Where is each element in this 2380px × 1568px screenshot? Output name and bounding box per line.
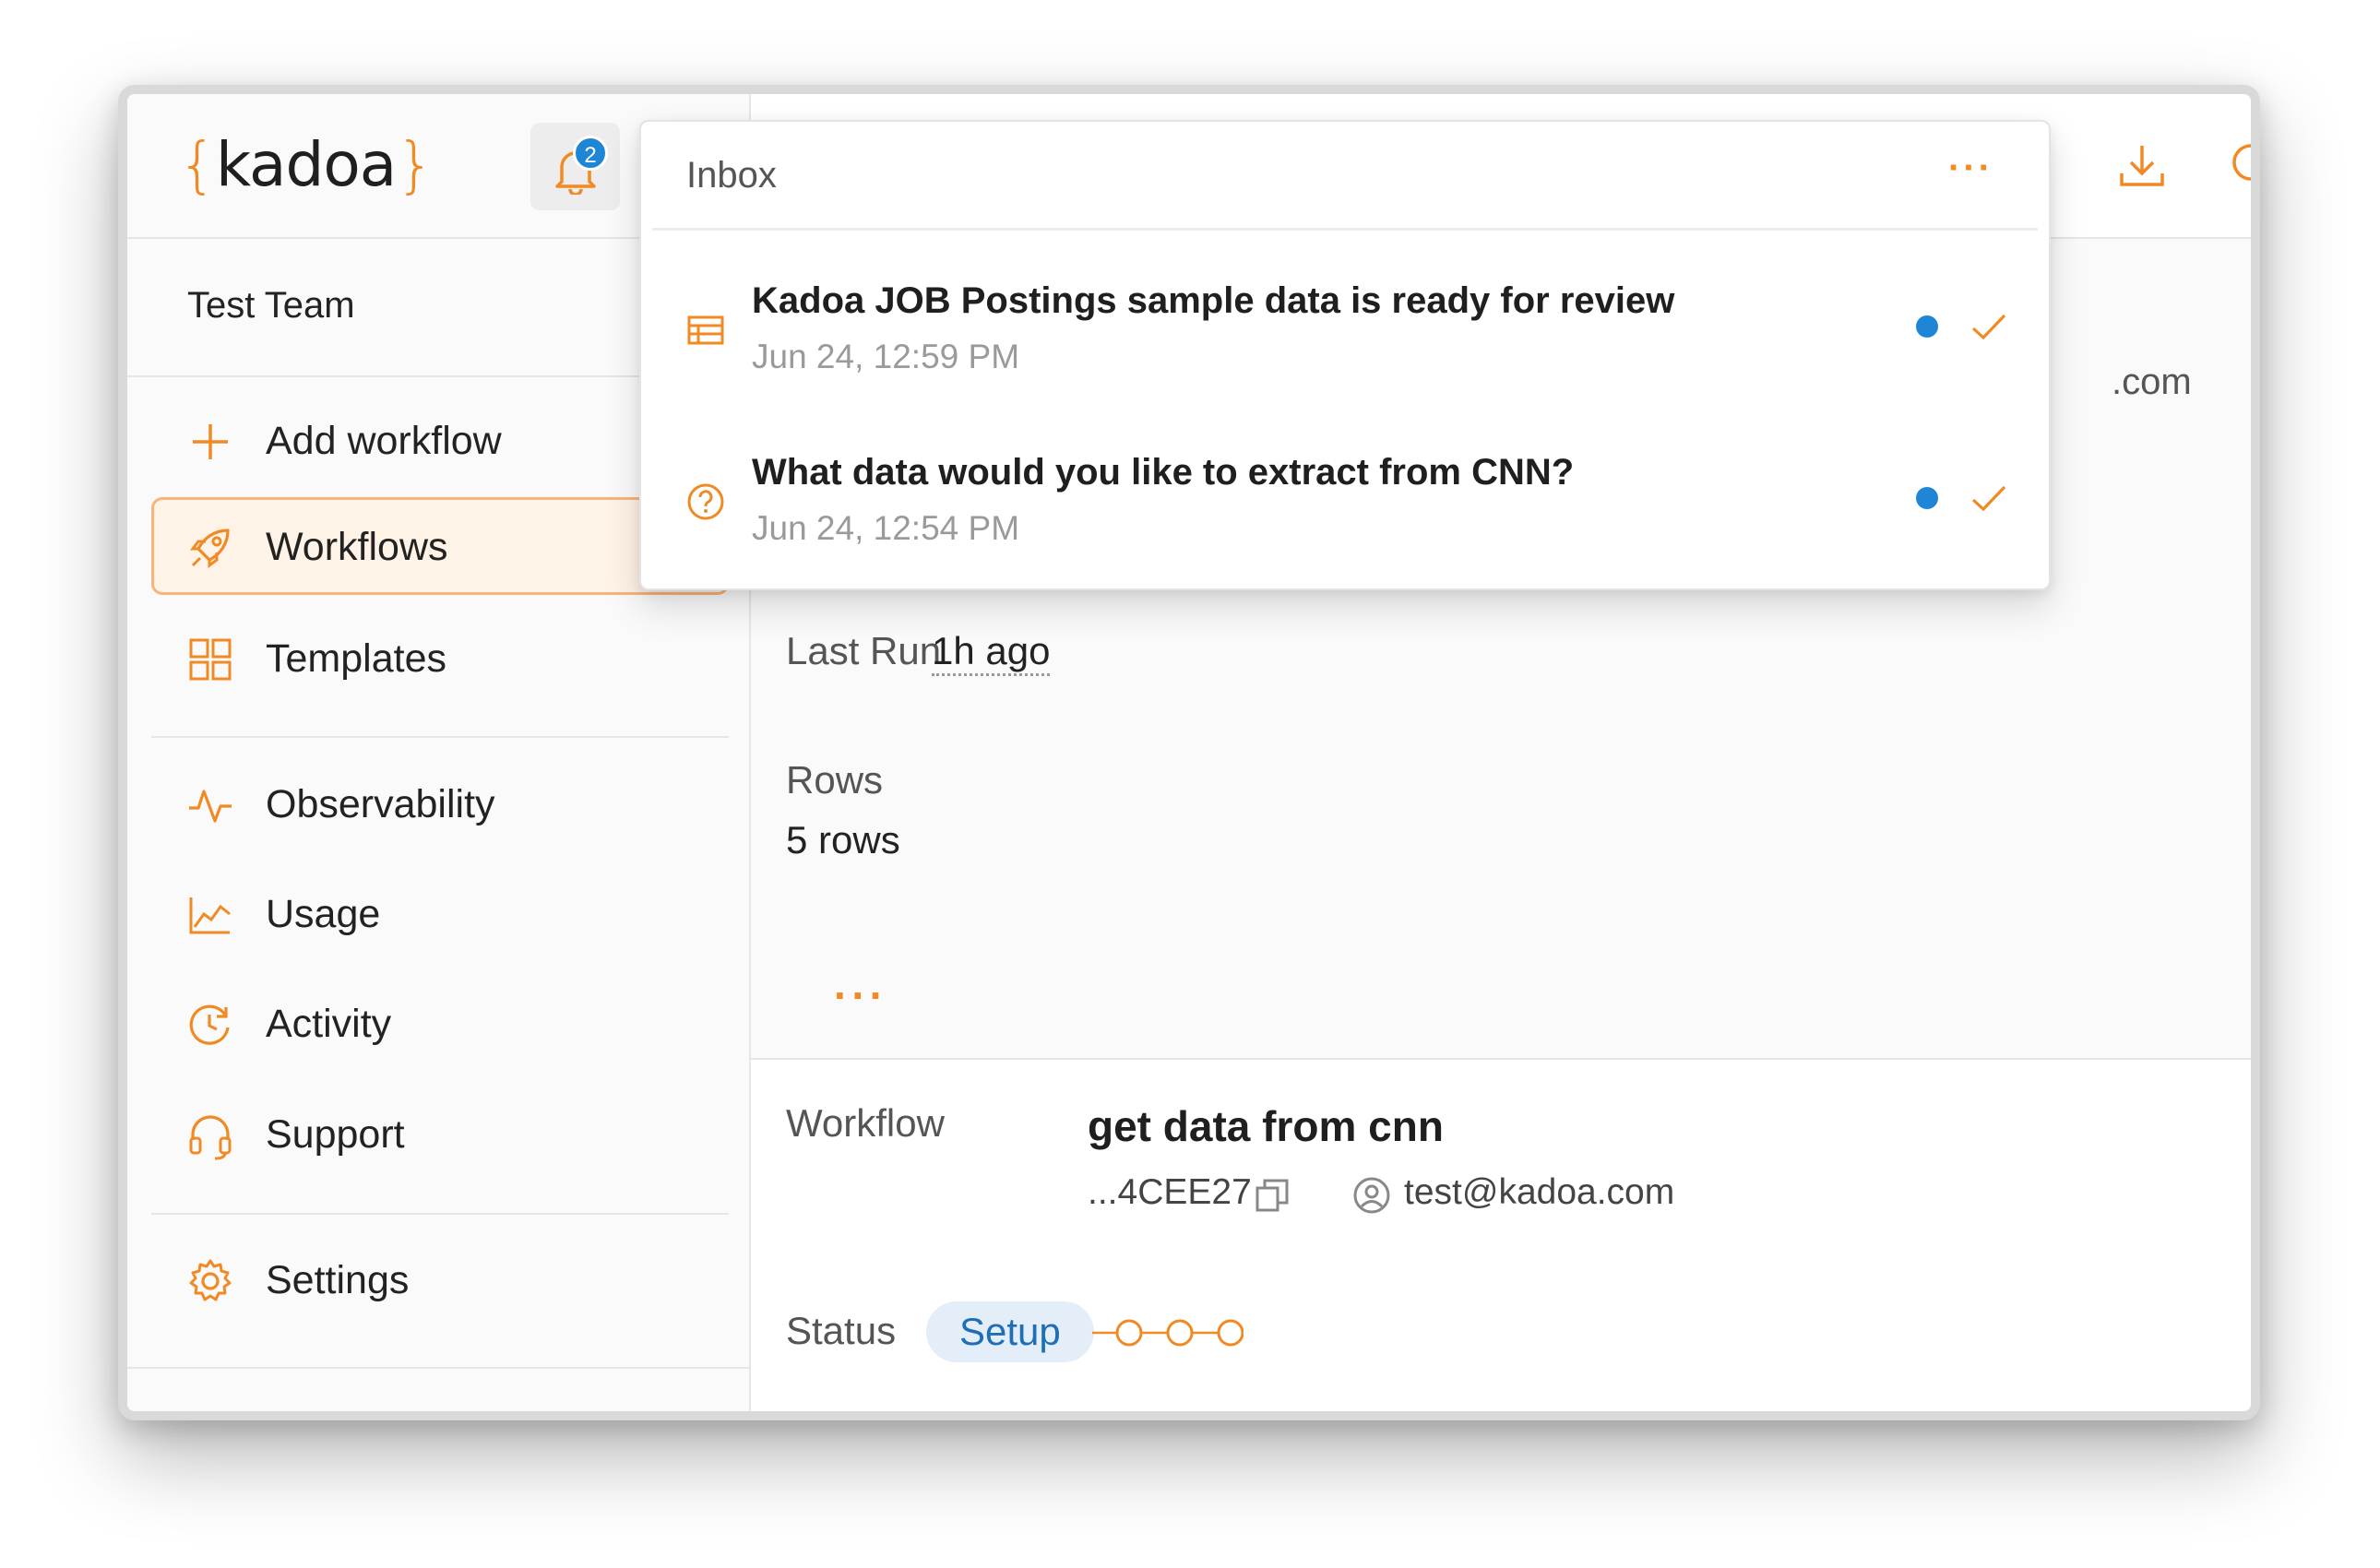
search-icon[interactable]	[2227, 138, 2260, 194]
plus-icon	[193, 424, 228, 459]
nav-label: Templates	[266, 636, 446, 681]
unread-dot	[1916, 315, 1938, 338]
nav-label: Workflows	[266, 525, 448, 569]
sidebar-footer-divider	[127, 1367, 749, 1369]
nav-usage[interactable]: Usage	[151, 864, 729, 962]
rows-value: 5 rows	[786, 818, 900, 861]
nav-settings[interactable]: Settings	[151, 1230, 729, 1328]
nav-divider	[151, 736, 729, 738]
copy-icon[interactable]	[1255, 1178, 1290, 1213]
nav-observability[interactable]: Observability	[151, 754, 729, 852]
mark-read-check-icon[interactable]	[1966, 476, 2010, 520]
grid-icon	[189, 638, 232, 681]
notification-item[interactable]: Kadoa JOB Postings sample data is ready …	[641, 271, 2049, 437]
nav-label: Activity	[266, 1002, 392, 1046]
inbox-title: Inbox	[686, 155, 777, 196]
nav-templates[interactable]: Templates	[151, 609, 729, 707]
inbox-more-button[interactable]: ···	[1948, 148, 1993, 189]
nav-support[interactable]: Support	[151, 1085, 729, 1182]
app-window: {kadoa} 2 Test Team Add workflow Workflo…	[118, 85, 2260, 1420]
rocket-icon	[190, 529, 230, 568]
line-chart-icon	[189, 897, 231, 934]
notification-item[interactable]: What data would you like to extract from…	[641, 443, 2049, 609]
mark-read-check-icon[interactable]	[1966, 304, 2010, 349]
workflow-owner-email: test@kadoa.com	[1404, 1172, 1675, 1212]
nav-label: Settings	[266, 1258, 410, 1302]
download-icon[interactable]	[2114, 138, 2170, 194]
nav-label: Observability	[266, 782, 495, 826]
status-label: Status	[786, 1309, 897, 1352]
rows-label: Rows	[786, 758, 884, 802]
notification-title: What data would you like to extract from…	[752, 452, 1575, 493]
notification-time: Jun 24, 12:59 PM	[752, 338, 1020, 375]
notification-title: Kadoa JOB Postings sample data is ready …	[752, 280, 1675, 321]
status-badge: Setup	[926, 1301, 1094, 1362]
workflow-summary: Workflow get data from cnn ...4CEE27 tes…	[751, 1058, 2251, 1411]
nav-activity[interactable]: Activity	[151, 974, 729, 1072]
question-circle-icon	[687, 483, 724, 520]
nav-label: Usage	[266, 892, 381, 936]
history-icon	[189, 1004, 230, 1045]
table-icon	[687, 315, 724, 345]
headset-icon	[189, 1115, 232, 1160]
workflow-name: get data from cnn	[1088, 1102, 1444, 1150]
workflow-label: Workflow	[786, 1101, 945, 1145]
nav-label: Add workflow	[266, 419, 502, 463]
more-options-button[interactable]: ···	[834, 970, 887, 1020]
gear-icon	[189, 1259, 232, 1301]
notifications-button[interactable]: 2	[530, 123, 620, 210]
inbox-header: Inbox ···	[652, 122, 2038, 231]
last-run-label: Last Run	[786, 629, 942, 672]
team-name: Test Team	[187, 285, 355, 326]
last-run-value[interactable]: 1h ago	[932, 629, 1051, 676]
user-avatar-icon	[1353, 1177, 1390, 1214]
workflow-id: ...4CEE27	[1088, 1172, 1252, 1212]
domain-text: .com	[2112, 362, 2192, 402]
kadoa-logo[interactable]: {kadoa}	[178, 129, 434, 200]
unread-dot	[1916, 487, 1938, 509]
nav-label: Support	[266, 1112, 405, 1157]
nav-divider	[151, 1213, 729, 1215]
inbox-dropdown: Inbox ··· Kadoa JOB Postings sample data…	[639, 120, 2051, 590]
notification-time: Jun 24, 12:54 PM	[752, 509, 1020, 547]
status-steps-indicator	[1092, 1314, 1258, 1351]
pulse-icon	[189, 790, 232, 823]
notification-count-badge: 2	[573, 136, 608, 171]
